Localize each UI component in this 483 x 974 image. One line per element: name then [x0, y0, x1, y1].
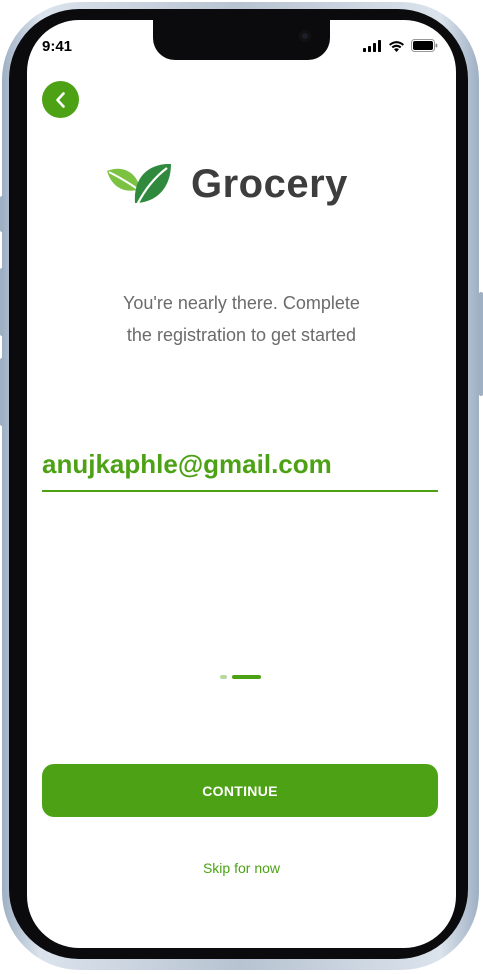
volume-down-button	[0, 358, 4, 426]
chevron-left-icon	[55, 91, 65, 108]
brand-logo: Grocery	[107, 162, 348, 207]
page-dot-1	[220, 675, 227, 679]
skip-link[interactable]: Skip for now	[27, 860, 456, 876]
email-field[interactable]	[42, 444, 438, 492]
status-time: 9:41	[42, 38, 73, 55]
silent-switch	[0, 196, 4, 232]
camera-icon	[299, 30, 311, 42]
signal-icon	[363, 39, 381, 52]
continue-button[interactable]: CONTINUE	[42, 764, 438, 817]
back-button[interactable]	[42, 81, 79, 118]
phone-frame: 9:41 Grocery You're nearly there. Comple…	[0, 0, 483, 974]
page-dot-2-active	[232, 675, 261, 679]
wifi-icon	[389, 40, 404, 52]
battery-icon	[411, 39, 438, 52]
notch	[153, 20, 330, 60]
status-icons	[363, 39, 438, 52]
intro-text: You're nearly there. Complete the regist…	[27, 287, 456, 351]
volume-up-button	[0, 268, 4, 336]
power-button	[479, 292, 483, 396]
leaf-icon	[107, 163, 171, 205]
app-screen: 9:41 Grocery You're nearly there. Comple…	[27, 20, 456, 948]
page-indicator	[220, 675, 261, 679]
intro-line-1: You're nearly there. Complete	[123, 293, 360, 313]
intro-line-2: the registration to get started	[126, 325, 357, 345]
brand-name: Grocery	[191, 162, 348, 206]
